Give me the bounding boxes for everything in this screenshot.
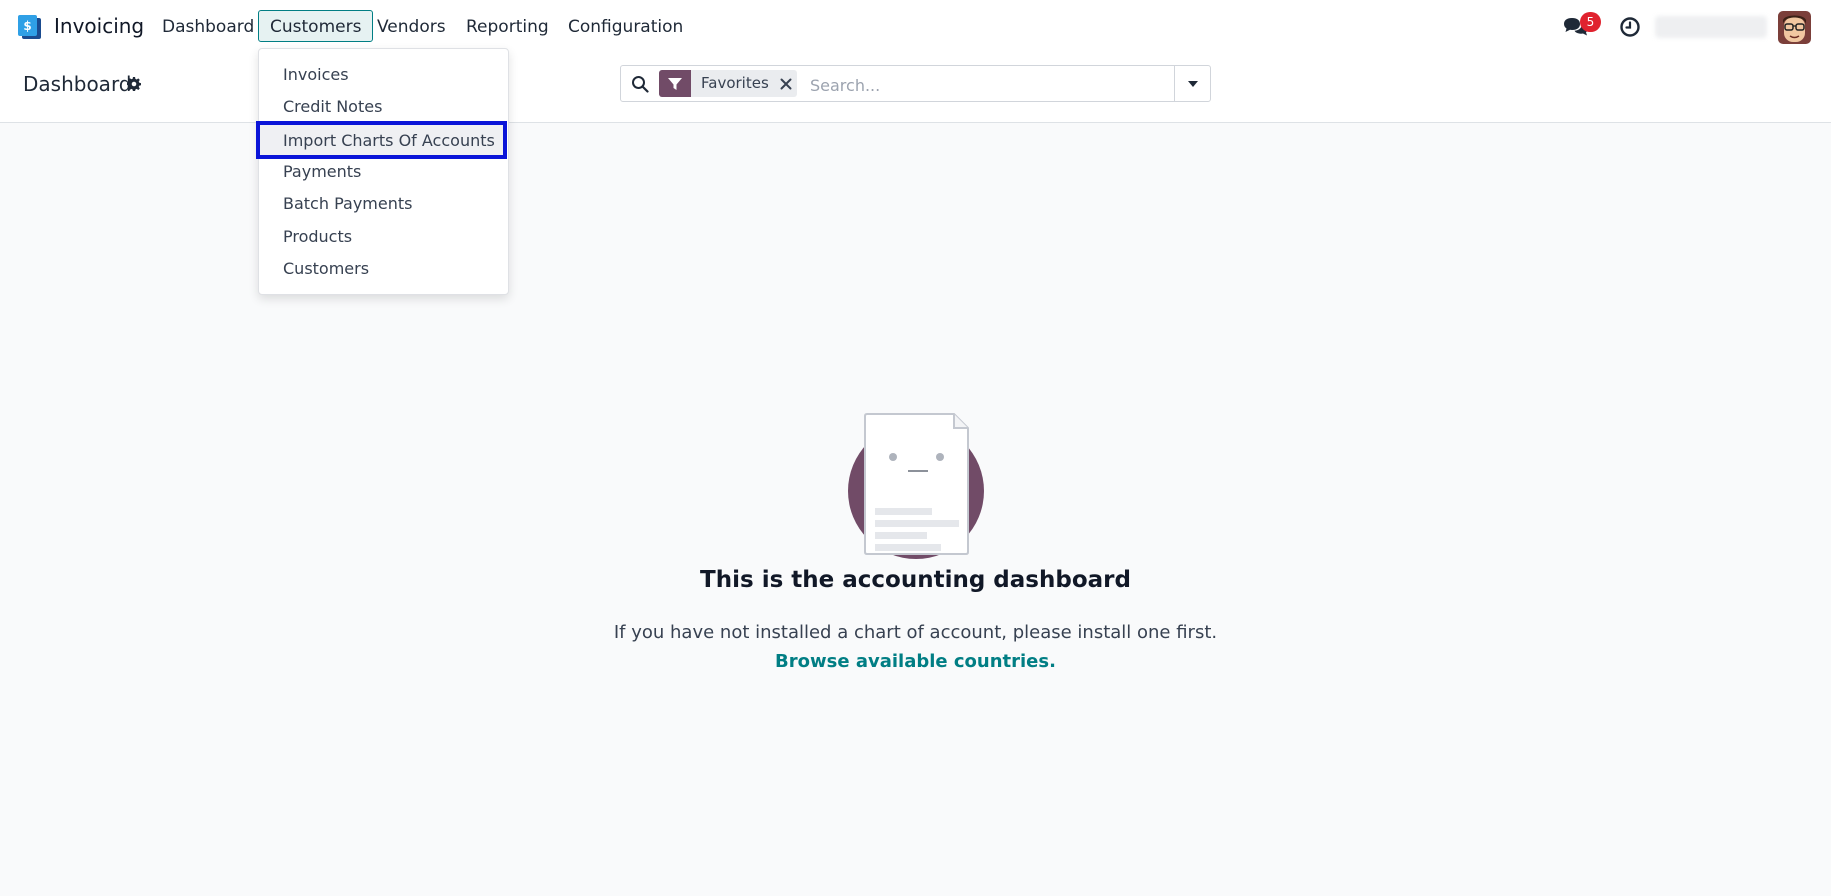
customers-dropdown-menu: Invoices Credit Notes Import Charts Of A… [256,48,509,295]
menu-item-import-charts-of-accounts[interactable]: Import Charts Of Accounts [256,121,507,159]
browse-countries-link[interactable]: Browse available countries. [775,651,1056,672]
facet-label: Favorites [701,74,769,92]
invoicing-app-icon[interactable]: $ [17,14,43,40]
app-name[interactable]: Invoicing [54,14,144,38]
empty-document-illustration [848,413,984,559]
search-options-toggle[interactable] [1174,66,1210,101]
menu-item-credit-notes[interactable]: Credit Notes [283,95,382,119]
menu-configuration[interactable]: Configuration [556,10,695,42]
menu-item-products[interactable]: Products [283,225,352,249]
menu-customers[interactable]: Customers [258,10,374,42]
gear-icon[interactable] [127,77,141,91]
svg-text:$: $ [23,19,31,33]
caret-down-icon [1187,80,1198,87]
search-facet-favorites: Favorites [659,70,797,97]
menu-item-invoices[interactable]: Invoices [283,63,349,87]
search-icon[interactable] [631,75,649,93]
menu-item-customers[interactable]: Customers [283,257,369,281]
menu-dashboard[interactable]: Dashboard [150,10,266,42]
menu-vendors[interactable]: Vendors [365,10,458,42]
menu-item-batch-payments[interactable]: Batch Payments [283,192,412,216]
clock-icon[interactable] [1619,16,1641,38]
user-name-blurred[interactable] [1655,16,1767,38]
filter-icon [659,70,691,97]
user-avatar[interactable] [1778,11,1811,44]
top-navbar: $ Invoicing Dashboard Customers Vendors … [0,0,1831,55]
empty-state-text: If you have not installed a chart of acc… [613,622,1218,643]
chat-count-badge: 5 [1580,12,1601,32]
search-bar[interactable]: Favorites [620,65,1211,102]
menu-item-payments[interactable]: Payments [283,160,361,184]
empty-state-title: This is the accounting dashboard [700,567,1131,593]
close-icon[interactable] [775,70,797,97]
menu-reporting[interactable]: Reporting [454,10,561,42]
search-input[interactable] [808,72,1172,98]
page-title: Dashboard [23,72,132,96]
